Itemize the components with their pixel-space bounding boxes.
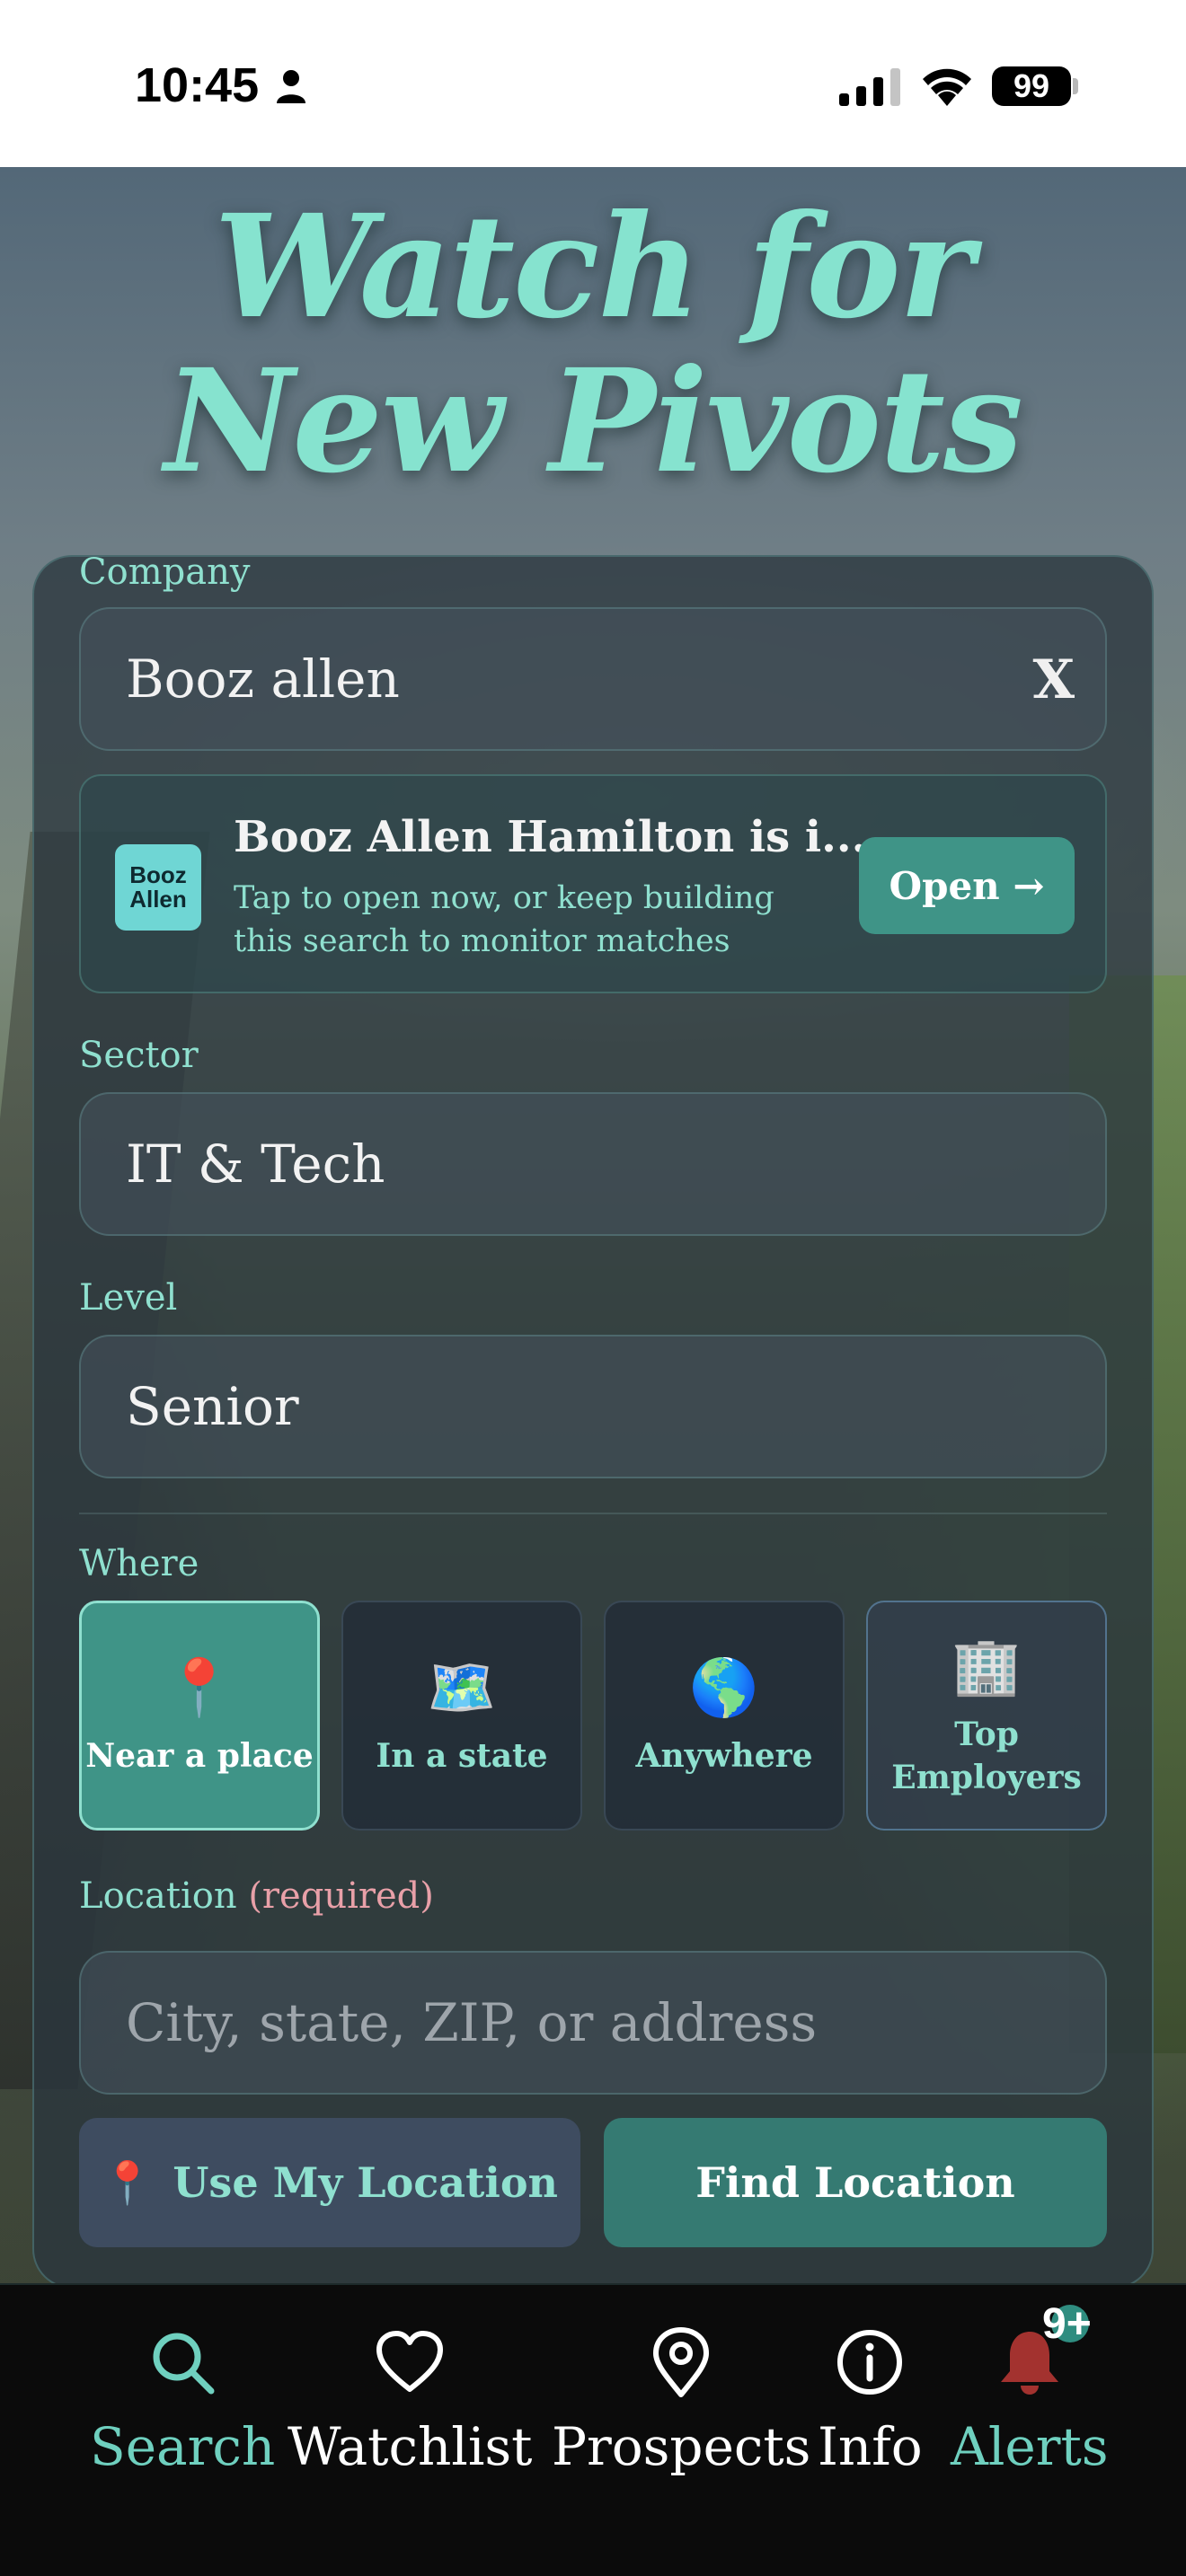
status-time: 10:45 <box>135 58 260 112</box>
use-my-location-button[interactable]: 📍 Use My Location <box>79 2118 580 2247</box>
where-option-label: Anywhere <box>635 1737 813 1775</box>
suggestion-title: Booz Allen Hamilton is i... <box>234 812 867 862</box>
section-divider <box>79 1513 1107 1514</box>
pushpin-icon: 📍 <box>102 2157 154 2207</box>
company-input[interactable]: Booz allen X <box>79 607 1107 751</box>
heart-icon <box>376 2331 444 2392</box>
search-icon <box>153 2333 215 2395</box>
use-my-location-label: Use My Location <box>173 2158 558 2207</box>
pushpin-icon: 📍 <box>164 1654 235 1720</box>
wifi-icon <box>923 68 971 106</box>
globe-icon: 🌎 <box>689 1654 759 1720</box>
battery-indicator: 99 <box>992 66 1071 106</box>
status-bar: 10:45 99 <box>0 0 1186 167</box>
company-label: Company <box>79 551 251 593</box>
info-icon <box>837 2330 903 2395</box>
company-logo: Booz Allen <box>115 844 201 931</box>
required-indicator: (required) <box>248 1875 434 1917</box>
where-option-near-a-place[interactable]: 📍 Near a place <box>79 1601 320 1831</box>
battery-tip <box>1073 78 1078 94</box>
where-option-label: Near a place <box>85 1737 314 1775</box>
headline-line-1: Watch for <box>214 184 974 350</box>
tab-prospects[interactable]: Prospects <box>552 2325 810 2477</box>
tab-info[interactable]: Info <box>818 2325 923 2477</box>
company-input-value: Booz allen <box>126 648 400 710</box>
open-company-button[interactable]: Open → <box>859 837 1075 934</box>
level-label: Level <box>79 1277 178 1319</box>
pin-icon <box>653 2327 710 2397</box>
where-option-label: In a state <box>376 1737 548 1775</box>
sector-select[interactable]: IT & Tech <box>79 1092 1107 1236</box>
person-icon <box>277 70 305 103</box>
location-label: Location (required) <box>79 1875 434 1917</box>
location-input[interactable]: City, state, ZIP, or address <box>79 1951 1107 2095</box>
suggestion-subtitle: Tap to open now, or keep building this s… <box>234 880 774 959</box>
level-value: Senior <box>126 1376 299 1437</box>
map-icon: 🗺️ <box>427 1654 497 1720</box>
where-option-anywhere[interactable]: 🌎 Anywhere <box>604 1601 845 1831</box>
headline-line-2: New Pivots <box>164 339 1023 505</box>
alerts-badge: 9+ <box>1042 2300 1092 2348</box>
office-building-icon: 🏢 <box>951 1633 1022 1698</box>
tab-search[interactable]: Search <box>90 2325 275 2477</box>
tab-watchlist[interactable]: Watchlist <box>288 2325 532 2477</box>
location-placeholder: City, state, ZIP, or address <box>126 1992 818 2053</box>
where-label: Where <box>79 1543 199 1584</box>
page-headline: Watch for New Pivots <box>0 190 1186 499</box>
level-select[interactable]: Senior <box>79 1335 1107 1478</box>
where-option-top-employers[interactable]: 🏢 Top Employers <box>866 1601 1107 1831</box>
where-option-label: Top Employers <box>891 1716 1082 1796</box>
where-option-in-a-state[interactable]: 🗺️ In a state <box>341 1601 582 1831</box>
company-suggestion-card[interactable]: Booz Allen Booz Allen Hamilton is i... T… <box>79 774 1107 993</box>
signal-icon <box>839 68 900 106</box>
find-location-button[interactable]: Find Location <box>604 2118 1107 2247</box>
sector-value: IT & Tech <box>126 1134 385 1195</box>
bottom-tab-bar: Search Watchlist Prospects Info Alerts <box>0 2283 1186 2576</box>
clear-company-button[interactable]: X <box>1032 648 1075 711</box>
sector-label: Sector <box>79 1035 199 1076</box>
